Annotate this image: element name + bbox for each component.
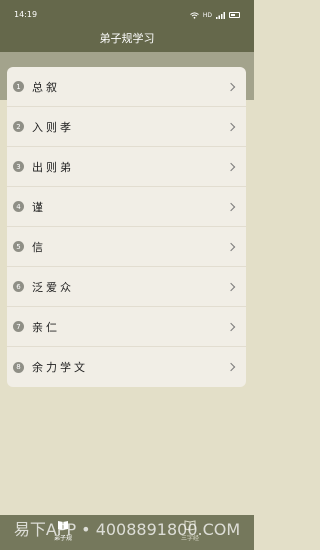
tab-dizigui[interactable]: 弟子规 [43,519,83,542]
chevron-right-icon [226,362,236,372]
item-label: 泛爱众 [32,280,74,294]
item-label: 信 [32,240,46,254]
item-label: 亲仁 [32,320,60,334]
item-label: 余力学文 [32,361,88,374]
tab-label: 弟子规 [53,535,72,542]
list-item[interactable]: 8 余力学文 [7,347,246,387]
list-item[interactable]: 2 入则孝 [7,107,246,147]
app-screen: 14:19 HD 弟子规学习 1 总叙 2 入则孝 3 出则弟 4 谨 5 信 … [0,0,254,550]
item-label: 入则孝 [32,120,74,134]
item-label: 谨 [32,200,46,214]
status-time: 14:19 [14,10,38,19]
item-number: 8 [13,361,24,373]
chevron-right-icon [226,122,236,131]
list-item[interactable]: 1 总叙 [7,67,246,107]
tab-sanzijing[interactable]: 三字经 [170,519,210,542]
item-number: 3 [13,161,24,172]
app-header: 14:19 HD 弟子规学习 [0,0,254,52]
bottom-nav: 弟子规 三字经 [0,515,254,550]
book-icon [184,520,196,531]
chapter-list: 1 总叙 2 入则孝 3 出则弟 4 谨 5 信 6 泛爱众 7 亲仁 8 余力… [7,67,246,387]
chevron-right-icon [226,282,236,291]
item-label: 出则弟 [32,160,74,174]
chevron-right-icon [226,242,236,251]
item-number: 6 [13,281,24,292]
tab-label: 三字经 [180,535,199,542]
wifi-icon [190,11,199,19]
chevron-right-icon [226,162,236,171]
item-number: 4 [13,201,24,212]
chevron-right-icon [226,202,236,211]
chevron-right-icon [226,322,236,331]
item-number: 2 [13,121,24,132]
item-number: 1 [13,81,24,92]
chevron-right-icon [226,82,236,91]
list-item[interactable]: 6 泛爱众 [7,267,246,307]
list-item[interactable]: 5 信 [7,227,246,267]
hd-indicator: HD [202,11,212,19]
page-title: 弟子规学习 [99,32,155,45]
list-item[interactable]: 3 出则弟 [7,147,246,187]
item-label: 总叙 [32,80,60,94]
item-number: 7 [13,321,24,332]
book-icon [58,521,68,530]
list-item[interactable]: 4 谨 [7,187,246,227]
status-icons: HD [190,10,240,20]
list-item[interactable]: 7 亲仁 [7,307,246,347]
signal-icon [216,11,225,19]
item-number: 5 [13,241,24,252]
battery-icon [229,12,240,18]
